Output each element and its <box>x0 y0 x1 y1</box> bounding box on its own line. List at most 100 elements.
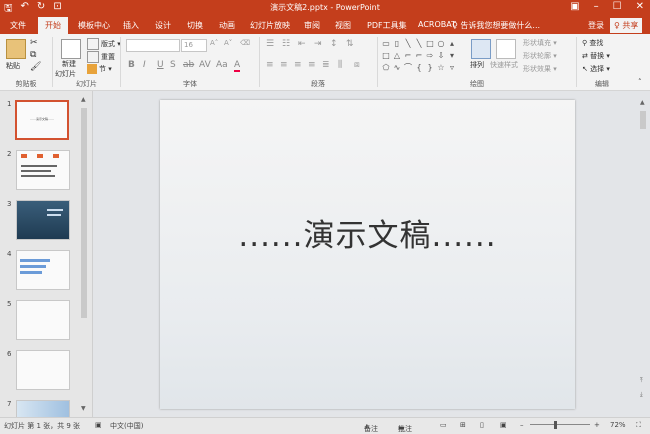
distribute-icon[interactable]: ≣ <box>322 60 330 70</box>
scroll-thumb[interactable] <box>81 108 87 318</box>
format-painter-icon[interactable]: 🖌 <box>30 62 41 72</box>
slide-thumbnail-4[interactable] <box>16 250 70 290</box>
zoom-out-icon[interactable]: – <box>520 421 524 429</box>
zoom-slider-thumb[interactable] <box>554 421 557 429</box>
align-left-icon[interactable]: ≡ <box>266 60 274 70</box>
tab-review[interactable]: 审阅 <box>304 20 320 31</box>
clear-format-icon[interactable]: ⌫ <box>240 39 250 47</box>
slideshow-icon[interactable]: ▣ <box>500 421 507 429</box>
curve-shape-icon[interactable]: ∿ <box>392 62 402 73</box>
bold-button[interactable]: B <box>128 60 135 70</box>
connector-shape-icon[interactable]: ⌐ <box>403 50 413 61</box>
layout-button[interactable]: 版式 ▾ <box>87 38 121 50</box>
copy-icon[interactable]: ⧉ <box>30 50 36 60</box>
tab-design[interactable]: 设计 <box>155 20 171 31</box>
minimize-icon[interactable]: – <box>594 1 599 12</box>
line-shape-icon[interactable]: ╲ <box>414 38 424 49</box>
textbox-vertical-icon[interactable]: ▯ <box>392 38 402 49</box>
more-shapes-icon[interactable]: ▾ <box>447 50 457 61</box>
quick-styles-button[interactable]: 快速样式 <box>490 60 518 70</box>
reset-button[interactable]: 重置 <box>87 51 115 63</box>
cut-icon[interactable]: ✂ <box>30 38 38 48</box>
zoom-in-icon[interactable]: + <box>594 421 600 429</box>
tab-insert[interactable]: 插入 <box>123 20 139 31</box>
slide-thumbnail-1[interactable]: ......演示文稿...... <box>15 100 69 140</box>
tab-home[interactable]: 开始 <box>38 17 68 34</box>
section-button[interactable]: 节 ▾ <box>87 64 112 74</box>
slide-thumbnail-5[interactable] <box>16 300 70 340</box>
slide-scrollbar[interactable]: ▲ ⤒ ⤓ <box>638 99 648 411</box>
language-status[interactable]: 中文(中国) <box>110 421 143 431</box>
font-color-button[interactable]: A <box>234 60 241 72</box>
char-spacing-button[interactable]: AV <box>199 60 211 70</box>
font-name-input[interactable] <box>126 39 180 52</box>
bullets-icon[interactable]: ☰ <box>266 39 274 49</box>
oval-shape-icon[interactable]: ○ <box>436 38 446 49</box>
login-button[interactable]: 登录 <box>588 20 604 31</box>
reading-view-icon[interactable]: ▯ <box>480 421 484 429</box>
scroll-down-icon[interactable]: ▼ <box>81 405 86 412</box>
new-slide-icon[interactable] <box>61 39 81 59</box>
pentagon-shape-icon[interactable]: ⬠ <box>381 62 391 73</box>
tab-file[interactable]: 文件 <box>10 20 26 31</box>
rect-shape-icon[interactable]: □ <box>425 38 435 49</box>
maximize-icon[interactable]: ☐ <box>613 1 622 12</box>
scroll-up-icon[interactable]: ▲ <box>640 99 645 106</box>
arrange-icon[interactable] <box>471 39 491 59</box>
ribbon-options-icon[interactable]: ▣ <box>570 1 579 12</box>
connector-shape-icon[interactable]: ⌐ <box>414 50 424 61</box>
rect-shape-icon[interactable]: □ <box>381 50 391 61</box>
brace-shape-icon[interactable]: { <box>414 62 424 73</box>
font-size-input[interactable]: 16 <box>181 39 207 52</box>
tab-view[interactable]: 视图 <box>335 20 351 31</box>
shrink-font-icon[interactable]: A˅ <box>224 39 232 47</box>
numbering-icon[interactable]: ☷ <box>282 39 290 49</box>
textbox-shape-icon[interactable]: ▭ <box>381 38 391 49</box>
slide-thumbnail-3[interactable] <box>16 200 70 240</box>
new-slide-button-label[interactable]: 幻灯片 <box>55 69 76 79</box>
arrow-shape-icon[interactable]: ⇨ <box>425 50 435 61</box>
tab-slideshow[interactable]: 幻灯片放映 <box>250 20 290 31</box>
more-shapes-icon[interactable]: ▴ <box>447 38 457 49</box>
columns-icon[interactable]: ⫼ <box>338 60 342 70</box>
strikethrough-button[interactable]: ab <box>183 60 194 70</box>
shadow-button[interactable]: S <box>170 60 176 70</box>
share-button[interactable]: ♀ 共享 <box>610 18 643 33</box>
triangle-shape-icon[interactable]: △ <box>392 50 402 61</box>
new-slide-button[interactable]: 新建 <box>62 59 76 69</box>
slide-thumbnail-2[interactable] <box>16 150 70 190</box>
close-icon[interactable]: ✕ <box>636 1 644 12</box>
grow-font-icon[interactable]: A˄ <box>210 39 218 47</box>
replace-button[interactable]: ⇄ 替换 ▾ <box>582 51 610 61</box>
paste-icon[interactable] <box>6 39 26 59</box>
arrange-button[interactable]: 排列 <box>470 60 484 70</box>
change-case-button[interactable]: Aa <box>216 60 228 70</box>
slide-thumbnail-7[interactable] <box>16 400 70 417</box>
tab-animations[interactable]: 动画 <box>219 20 235 31</box>
zoom-level[interactable]: 72% <box>610 421 626 429</box>
shape-outline-button[interactable]: 形状轮廓 ▾ <box>523 51 557 61</box>
star-shape-icon[interactable]: ☆ <box>436 62 446 73</box>
paste-button[interactable]: 粘贴 <box>6 61 20 71</box>
more-shapes-icon[interactable]: ▿ <box>447 62 457 73</box>
italic-button[interactable]: I <box>143 60 146 70</box>
arrow-shape-icon[interactable]: ⇩ <box>436 50 446 61</box>
align-right-icon[interactable]: ≡ <box>294 60 302 70</box>
normal-view-icon[interactable]: ▭ <box>440 421 447 429</box>
smartart-icon[interactable]: ⧈ <box>354 60 360 70</box>
zoom-slider[interactable] <box>530 424 590 425</box>
line-shape-icon[interactable]: ╲ <box>403 38 413 49</box>
collapse-ribbon-icon[interactable]: ˄ <box>638 78 642 86</box>
shapes-gallery[interactable]: ▭ ▯ ╲ ╲ □ ○ ▴ □ △ ⌐ ⌐ ⇨ ⇩ ▾ ⬠ ∿ ⌒{} ☆ ▿ <box>381 38 461 74</box>
line-spacing-icon[interactable]: ↕ <box>330 39 338 49</box>
slide-title[interactable]: ......演示文稿...... <box>160 210 575 255</box>
scroll-up-icon[interactable]: ▲ <box>81 96 86 103</box>
align-center-icon[interactable]: ≡ <box>280 60 288 70</box>
find-button[interactable]: ⚲ 查找 <box>582 38 603 48</box>
brace-shape-icon[interactable]: } <box>425 62 435 73</box>
shape-effects-button[interactable]: 形状效果 ▾ <box>523 64 557 74</box>
scroll-thumb[interactable] <box>640 111 646 129</box>
spellcheck-icon[interactable]: ▣ <box>95 421 102 429</box>
tab-transitions[interactable]: 切换 <box>187 20 203 31</box>
shape-fill-button[interactable]: 形状填充 ▾ <box>523 38 557 48</box>
